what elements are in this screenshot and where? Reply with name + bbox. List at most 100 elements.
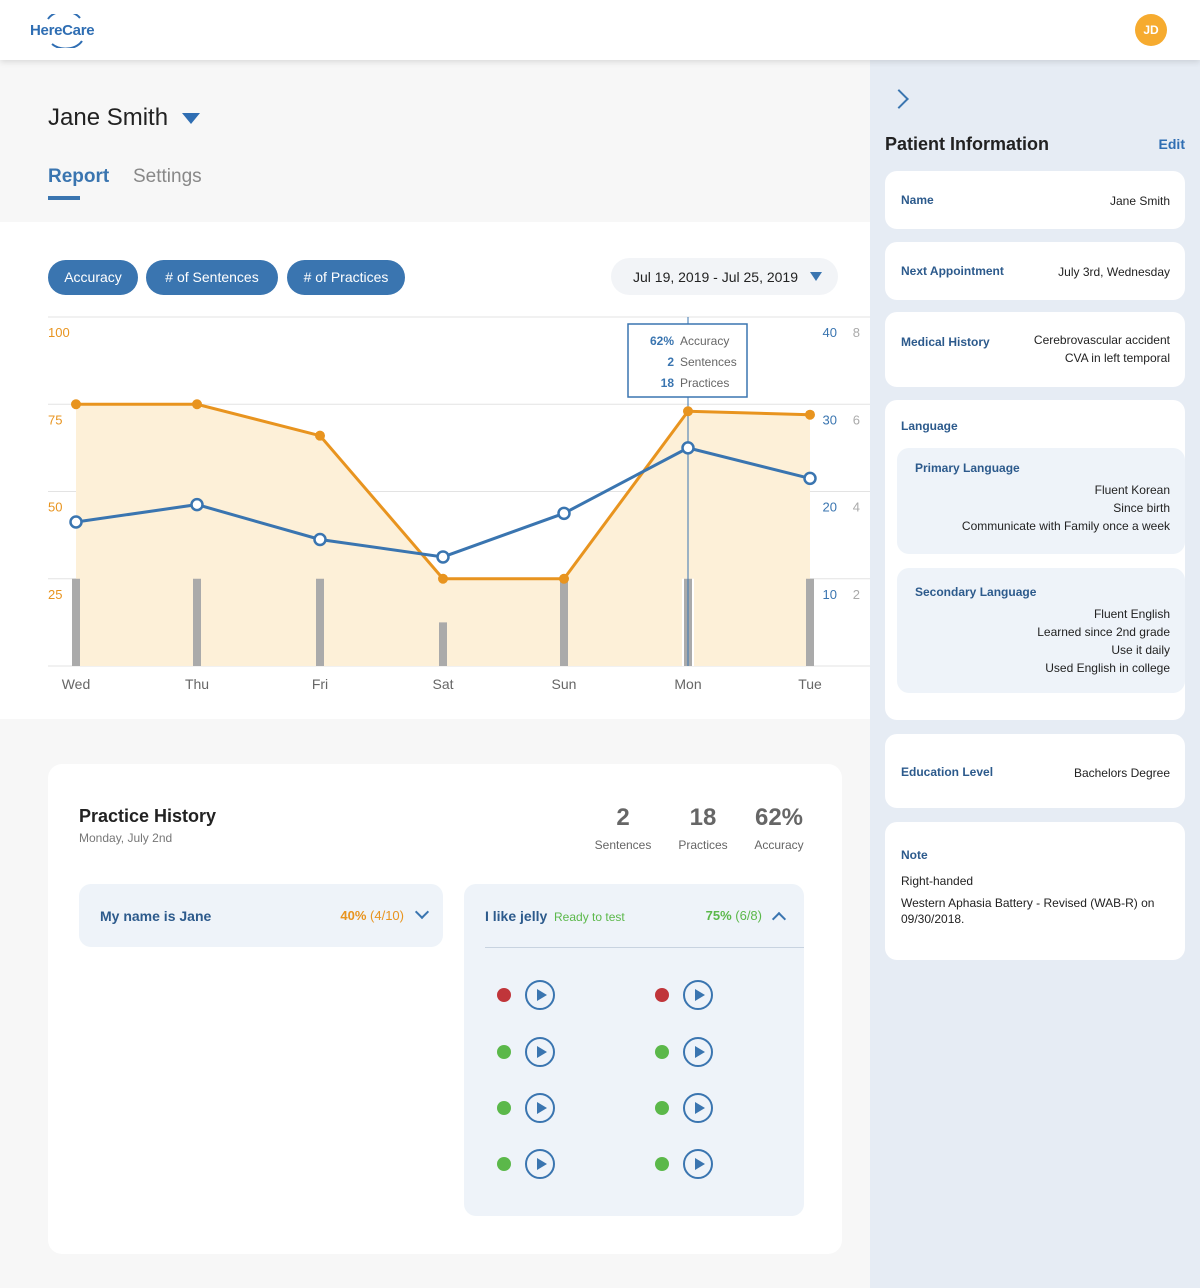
sentence-card-expanded: I like jelly Ready to test 75% (6/8) <box>464 884 804 1216</box>
patient-select-caret-icon[interactable] <box>182 113 200 124</box>
tab-report[interactable]: Report <box>48 166 109 188</box>
practice-bar <box>193 578 201 666</box>
main-content: Jane Smith Report Settings 100 75 50 25 40 30… <box>0 60 870 1288</box>
accuracy-point <box>683 406 693 417</box>
edit-button[interactable]: Edit <box>1159 136 1185 152</box>
chart-panel: 100 75 50 25 40 30 20 10 8 6 4 2 Wed Thu Fri Sat Sun Mon T… <box>0 222 870 719</box>
tooltip-value: 2 <box>667 355 674 369</box>
left-axis-tick: 25 <box>48 587 62 602</box>
recording-status-dot <box>655 1045 669 1059</box>
info-label: Education Level <box>901 765 994 779</box>
sentence-card-collapsed[interactable]: My name is Jane 40% (4/10) <box>79 884 443 947</box>
accuracy-point <box>438 573 448 584</box>
info-label: Note <box>901 848 928 862</box>
herecare-logo[interactable]: HereCare <box>30 14 100 48</box>
accuracy-point <box>805 409 815 420</box>
chevron-right-icon[interactable] <box>889 89 909 109</box>
x-axis-label: Fri <box>312 676 328 692</box>
play-icon[interactable] <box>525 1093 555 1123</box>
secondary-language-section: Secondary Language Fluent English Learne… <box>897 568 1185 693</box>
chevron-down-icon[interactable] <box>414 904 430 920</box>
x-axis-label: Wed <box>62 676 91 692</box>
accuracy-point <box>192 399 202 410</box>
stat-sentences: 2 Sentences <box>588 804 658 852</box>
stat-accuracy: 62% Accuracy <box>744 804 814 852</box>
sentence-title: I like jelly <box>485 908 548 924</box>
right-axis-2-tick: 8 <box>853 325 860 340</box>
patient-sidebar: Patient Information Edit Name Jane Smith… <box>870 60 1200 1288</box>
sentences-point <box>681 441 695 455</box>
recording-status-dot <box>655 988 669 1002</box>
language-line: Fluent English <box>1093 607 1170 621</box>
tooltip-label: Sentences <box>680 355 737 369</box>
practice-bar <box>806 578 814 666</box>
stat-value: 62% <box>754 804 804 831</box>
left-axis-tick: 75 <box>48 412 62 427</box>
language-line: Fluent Korean <box>1094 483 1170 497</box>
practice-history-title: Practice History <box>79 806 217 826</box>
tooltip-value: 18 <box>661 376 675 390</box>
play-icon[interactable] <box>683 1093 713 1123</box>
info-medical-history-card: Medical History Cerebrovascular accident… <box>885 312 1185 387</box>
filter-accuracy-button[interactable]: Accuracy <box>48 260 138 295</box>
sentences-point <box>313 532 327 547</box>
stat-value: 18 <box>689 804 717 831</box>
info-value: Bachelors Degree <box>1073 766 1170 780</box>
chevron-down-icon <box>810 272 822 281</box>
language-line: Learned since 2nd grade <box>1037 625 1170 639</box>
info-value: Jane Smith <box>1109 194 1170 208</box>
sentence-fraction: (6/8) <box>735 908 762 923</box>
play-icon[interactable] <box>683 1149 713 1179</box>
info-label: Name <box>901 193 934 207</box>
language-line: Communicate with Family once a week <box>961 519 1170 533</box>
sentences-point <box>69 515 83 529</box>
sentences-point <box>436 550 450 564</box>
date-range-select[interactable]: Jul 19, 2019 - Jul 25, 2019 <box>611 258 838 295</box>
report-chart: 100 75 50 25 40 30 20 10 8 6 4 2 Wed Thu Fri Sat Sun Mon T… <box>48 316 870 692</box>
primary-language-section: Primary Language Fluent Korean Since bir… <box>897 448 1185 554</box>
right-axis-tick: 30 <box>823 412 837 427</box>
play-icon[interactable] <box>525 980 555 1010</box>
chevron-up-icon[interactable] <box>771 911 787 927</box>
history-line: Cerebrovascular accident <box>1033 333 1170 347</box>
right-axis-2-tick: 2 <box>853 587 860 602</box>
stat-practices: 18 Practices <box>668 804 738 852</box>
play-icon[interactable] <box>683 980 713 1010</box>
sentences-point <box>557 506 571 521</box>
play-icon[interactable] <box>525 1037 555 1067</box>
practice-bar <box>560 578 568 666</box>
filter-practices-button[interactable]: # of Practices <box>287 260 405 295</box>
left-axis-tick: 100 <box>48 325 70 340</box>
top-bar: HereCare JD <box>0 0 1200 60</box>
primary-language-value: Fluent Korean Since birth Communicate wi… <box>962 481 1170 535</box>
patient-name: Jane Smith <box>48 104 169 131</box>
play-icon[interactable] <box>683 1037 713 1067</box>
tab-settings[interactable]: Settings <box>133 166 202 188</box>
info-value: July 3rd, Wednesday <box>1058 265 1170 279</box>
x-axis-label: Mon <box>674 676 701 692</box>
sentence-percent: 40% <box>340 908 367 923</box>
info-label: Language <box>901 419 958 433</box>
left-axis-tick: 50 <box>48 500 62 515</box>
stat-label: Accuracy <box>754 838 804 852</box>
info-note-card: Note Right-handed Western Aphasia Batter… <box>885 822 1185 960</box>
x-axis-label: Tue <box>798 676 822 692</box>
logo-text: HereCare <box>30 22 95 39</box>
accuracy-point <box>559 573 569 584</box>
practice-history-date: Monday, July 2nd <box>79 831 173 845</box>
play-icon[interactable] <box>525 1149 555 1179</box>
recording-status-dot <box>655 1101 669 1115</box>
tooltip-value: 62% <box>650 334 674 348</box>
practice-bar <box>316 578 324 666</box>
recording-status-dot <box>655 1157 669 1171</box>
active-tab-indicator <box>48 196 80 200</box>
tooltip-label: Practices <box>680 376 729 390</box>
sentence-status: Ready to test <box>554 910 625 924</box>
right-axis-2-tick: 6 <box>853 412 860 427</box>
avatar[interactable]: JD <box>1135 14 1167 46</box>
recording-status-dot <box>497 1101 511 1115</box>
filter-sentences-button[interactable]: # of Sentences <box>146 260 278 295</box>
info-label: Medical History <box>901 335 990 349</box>
x-axis-label: Thu <box>185 676 209 692</box>
language-line: Use it daily <box>1111 643 1170 657</box>
